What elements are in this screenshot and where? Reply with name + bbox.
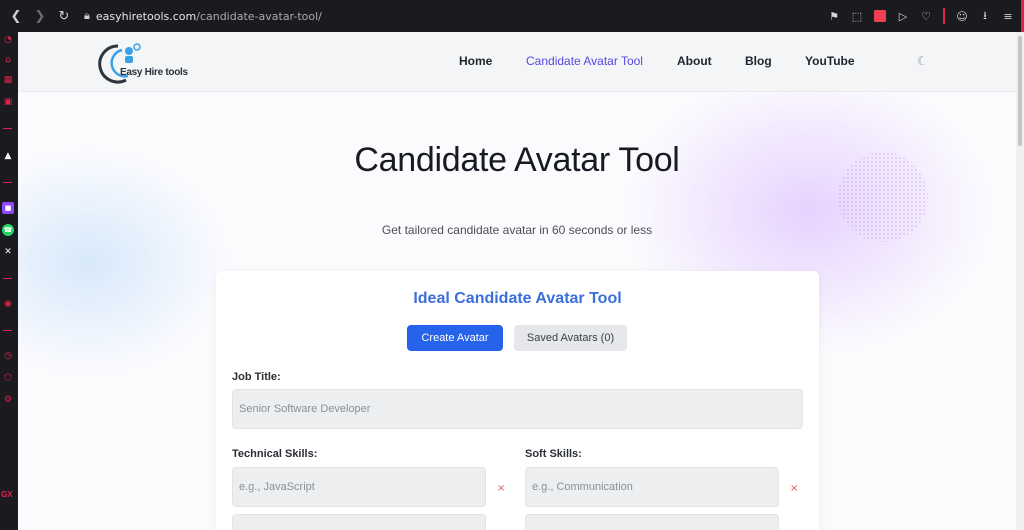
site-logo[interactable]: Easy Hire tools (98, 38, 188, 86)
page-title: Candidate Avatar Tool (354, 141, 680, 179)
technical-skills-label: Technical Skills: (232, 448, 318, 460)
page-subtitle: Get tailored candidate avatar in 60 seco… (381, 223, 653, 237)
technical-skill-input-2[interactable] (232, 514, 486, 530)
dark-mode-moon-icon[interactable]: ☾ (917, 54, 928, 68)
tool-title: Ideal Candidate Avatar Tool (413, 290, 622, 307)
extensions-icon[interactable]: ⬡ (2, 372, 14, 384)
music-icon[interactable]: ◉ (2, 298, 14, 310)
menu-icon[interactable]: ≡ (1002, 10, 1014, 23)
gamepad-icon[interactable]: ▦ (2, 74, 14, 86)
profile-icon[interactable]: ☺ (956, 10, 968, 23)
bag-icon[interactable]: ⌂ (2, 54, 14, 66)
toolbar-separator (943, 8, 945, 24)
sidebar-divider (3, 330, 12, 331)
nav-blog[interactable]: Blog (745, 54, 772, 68)
browser-sidebar: ◔ ⌂ ▦ ▣ ▲ ■ ☎ ✕ ◉ ◷ ⬡ ⚙ GX (0, 32, 18, 530)
job-title-label: Job Title: (232, 371, 281, 383)
sidebar-divider (3, 182, 12, 183)
download-icon[interactable]: ⭳ (979, 9, 991, 22)
history-icon[interactable]: ◷ (2, 350, 14, 362)
logo-mark-icon (98, 43, 141, 84)
soft-skill-input-2[interactable] (525, 514, 779, 530)
lock-icon: 🔒︎ (84, 9, 90, 22)
scrollbar-thumb[interactable] (1018, 36, 1022, 146)
pin-icon[interactable]: ⚑ (828, 10, 840, 23)
reload-icon[interactable]: ↻ (56, 8, 72, 24)
news-icon[interactable]: ▣ (2, 96, 14, 108)
settings-icon[interactable]: ⚙ (2, 394, 14, 406)
saved-avatars-button[interactable]: Saved Avatars (0) (514, 325, 627, 351)
twitch-icon[interactable]: ■ (2, 202, 14, 214)
gx-label: GX (1, 490, 13, 499)
forward-icon[interactable]: ❯ (32, 8, 48, 24)
whatsapp-icon[interactable]: ☎ (2, 224, 14, 236)
nav-youtube[interactable]: YouTube (805, 54, 855, 68)
heart-icon[interactable]: ♡ (920, 10, 932, 23)
job-title-input[interactable]: Senior Software Developer (232, 389, 803, 429)
nav-about[interactable]: About (677, 54, 712, 68)
send-icon[interactable]: ▷ (897, 10, 909, 23)
remove-soft-skill-button[interactable]: × (790, 483, 798, 494)
browser-toolbar: ❮ ❯ ↻ 🔒︎ easyhiretools.com/candidate-ava… (0, 0, 1024, 32)
page-scrollbar[interactable] (1016, 32, 1024, 530)
logo-text: Easy Hire tools (120, 67, 188, 78)
app-logo-icon[interactable]: ▲ (2, 150, 14, 162)
url-path: /candidate-avatar-tool/ (196, 9, 322, 23)
url-host: easyhiretools.com (95, 9, 197, 23)
avatar-tool-card: Ideal Candidate Avatar Tool Create Avata… (216, 271, 819, 530)
pocket-icon[interactable] (874, 10, 886, 22)
snapshot-icon[interactable]: ⬚ (851, 10, 863, 23)
site-header: Easy Hire tools Home Candidate Avatar To… (18, 32, 1016, 92)
aria-icon[interactable]: ◔ (2, 34, 14, 46)
sidebar-divider (3, 128, 12, 129)
x-icon[interactable]: ✕ (2, 246, 14, 258)
remove-technical-skill-button[interactable]: × (497, 483, 505, 494)
soft-skills-label: Soft Skills: (525, 448, 582, 460)
create-avatar-button[interactable]: Create Avatar (407, 325, 503, 351)
technical-skill-input[interactable]: e.g., JavaScript (232, 467, 486, 507)
page-viewport: Easy Hire tools Home Candidate Avatar To… (18, 32, 1016, 530)
back-icon[interactable]: ❮ (8, 8, 24, 24)
nav-home[interactable]: Home (459, 54, 492, 68)
nav-candidate-avatar-tool[interactable]: Candidate Avatar Tool (526, 54, 643, 68)
sidebar-divider (3, 278, 12, 279)
address-bar[interactable]: easyhiretools.com/candidate-avatar-tool/ (96, 10, 322, 23)
soft-skill-input[interactable]: e.g., Communication (525, 467, 779, 507)
